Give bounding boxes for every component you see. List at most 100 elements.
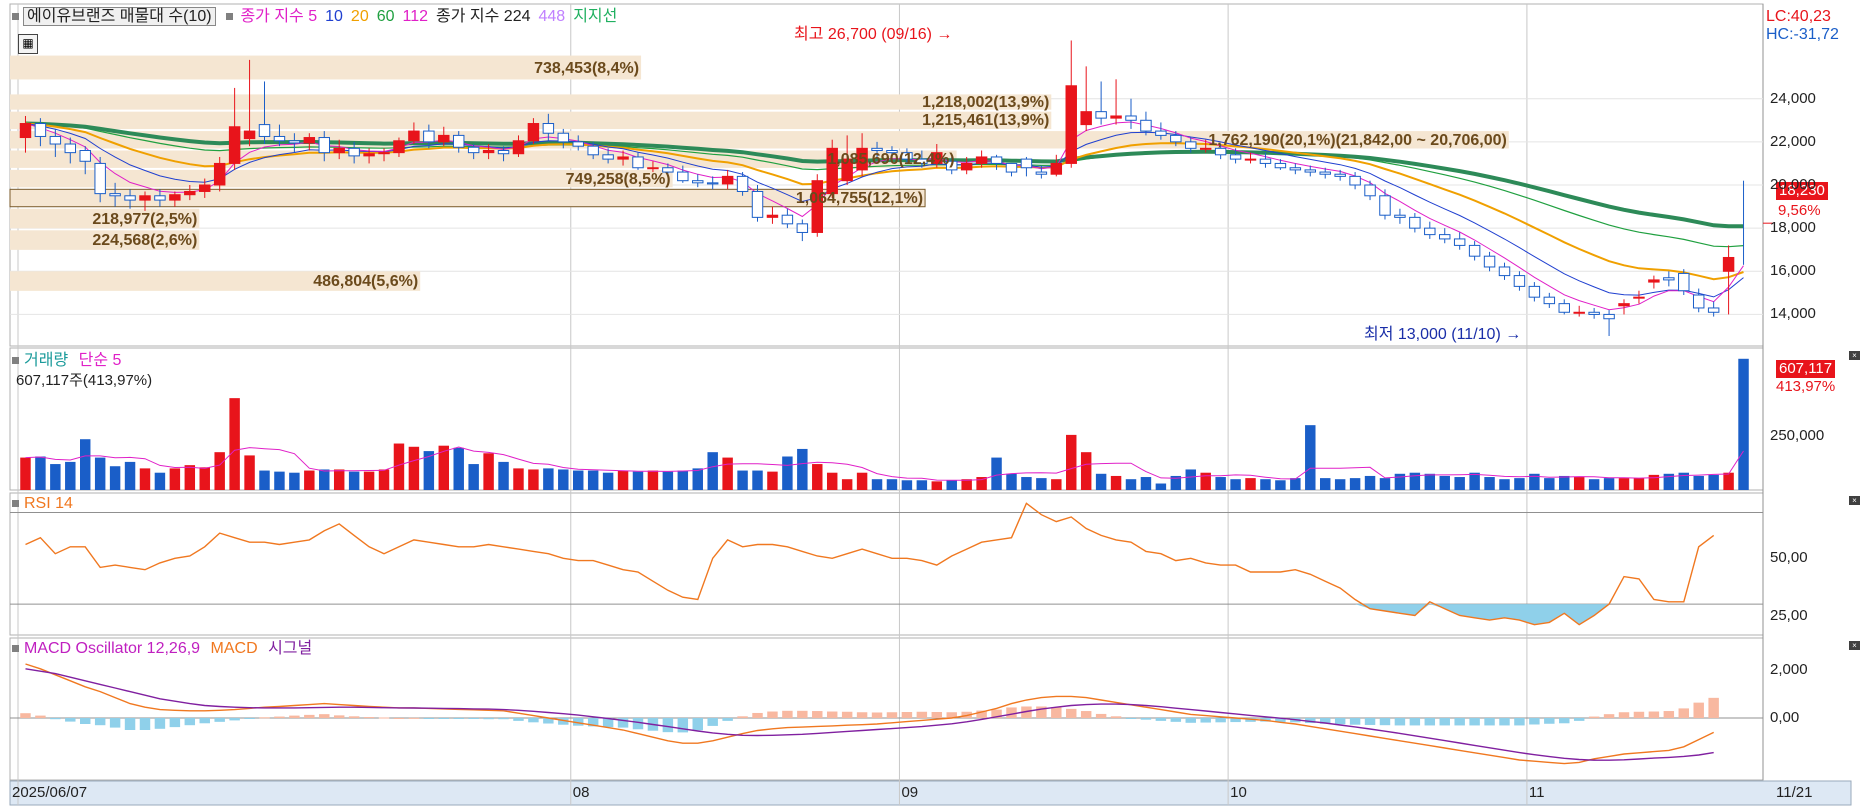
rsi-legend-label: RSI 14 [24,495,73,512]
candle-body [647,167,659,170]
arrow-right-icon: → [936,26,953,43]
volume-bar [483,453,494,490]
volume-bar [931,481,943,490]
candle-body [1409,216,1421,229]
macd-osc-bar [1499,718,1510,726]
volume-bar [1066,434,1077,490]
chart-title[interactable]: 에이유브랜즈 매물대 수(10) [23,7,216,26]
candle-body [1663,277,1675,281]
volume-bar [184,465,196,490]
candle-body [1379,195,1391,216]
macd-osc-bar [124,718,136,730]
close-panel-icon[interactable]: × [1849,496,1860,505]
volume-profile-label: 1,215,461(13,9%) [922,112,1050,130]
macd-osc-bar [1080,711,1092,718]
volume-bar [1245,478,1256,490]
close-panel-icon[interactable]: × [1849,641,1860,650]
macd-osc-bar [1454,718,1465,726]
volume-bar [304,470,315,490]
volume-profile-label: 1,064,755(12,1%) [795,190,924,208]
x-tick-label: 11/21 [1776,784,1813,801]
macd-osc-bar [737,716,748,718]
volume-bar [617,470,629,490]
macd-osc-bar [841,711,853,718]
candle-body [139,195,151,201]
candle-body [1573,311,1585,314]
macd-osc-bar [528,718,539,723]
volume-profile-label: 1,762,190(20,1%)(21,842,00 ~ 20,706,00) [1208,131,1507,149]
volume-bar [1618,478,1630,490]
macd-osc-bar [50,718,61,720]
macd-osc-bar [1394,718,1406,726]
volume-bar [1573,477,1585,490]
macd-osc-bar [901,712,913,718]
volume-tag: 607,117 [1776,360,1836,378]
x-tick-label: 09 [901,784,919,801]
volume-profile-label: 738,453(8,4%) [534,59,640,77]
macd-osc-bar [916,711,928,718]
macd-osc-bar [677,718,689,733]
macd-osc-bar [109,718,121,728]
volume-bar [647,470,659,490]
candle-body [348,147,360,157]
macd-osc-bar [423,718,435,719]
macd-osc-legend: MACD Oscillator 12,26,9 [24,640,201,657]
macd-osc-bar [348,716,360,718]
volume-bar [543,468,554,490]
volume-bar [826,472,838,490]
volume-bar [602,472,614,490]
macd-osc-bar [289,715,300,718]
candle-body [1035,171,1048,175]
macd-osc-bar [1678,708,1690,718]
legend-marker-icon [12,357,19,365]
candle-body [94,162,106,195]
volume-bar [707,452,718,490]
volume-bar [1125,479,1137,490]
volume-bar [1559,475,1570,490]
macd-osc-bar [1379,718,1391,726]
candle-body [1707,307,1720,313]
candle-body [1648,279,1660,283]
volume-bar [363,471,375,490]
candle-body [1289,167,1302,171]
volume-bar [1334,479,1346,490]
candle-body [1005,162,1018,173]
macd-osc-bar [1573,718,1585,721]
volume-bar [378,469,390,490]
legend-item: 지지선 [573,8,618,25]
volume-bar [169,468,181,490]
high-annotation: 최고 26,700 (09/16) → [794,26,952,43]
macd-osc-bar [1349,718,1361,725]
macd-osc-bar [856,712,868,718]
macd-osc-bar [199,718,210,724]
candle-body [587,145,599,156]
volume-bar [453,447,464,490]
volume-bar [1708,474,1719,490]
price-tick-label: 22,000 [1770,132,1816,150]
volume-bar [65,461,76,490]
vol-panel-frame [9,347,1764,491]
candle-body [1528,285,1541,298]
candle-body [1513,275,1526,287]
legend-marker-icon [226,13,233,21]
close-panel-icon[interactable]: × [1849,351,1860,360]
legend-marker-icon [12,645,19,653]
macd-osc-bar [259,717,270,719]
candle-body [1319,171,1331,175]
candle-body [303,137,316,144]
volume-legend: 거래량 단순 5 [12,352,121,369]
macd-osc-bar [304,714,315,718]
macd-osc-bar [1215,718,1226,723]
volume-legend-label: 거래량 [24,352,69,369]
candle-body [1259,158,1272,164]
volume-bar [558,469,569,490]
macd-osc-bar [782,710,793,718]
macd-osc-bar [1110,716,1122,718]
legend-item: 448 [538,8,566,25]
candle-body [602,154,614,160]
candle [1678,269,1690,296]
grid-table-icon[interactable]: ▦ [18,34,38,54]
macd-osc-bar [1066,708,1077,718]
price-tick-label: 14,000 [1770,305,1816,323]
macd-osc-bar [1633,711,1645,718]
